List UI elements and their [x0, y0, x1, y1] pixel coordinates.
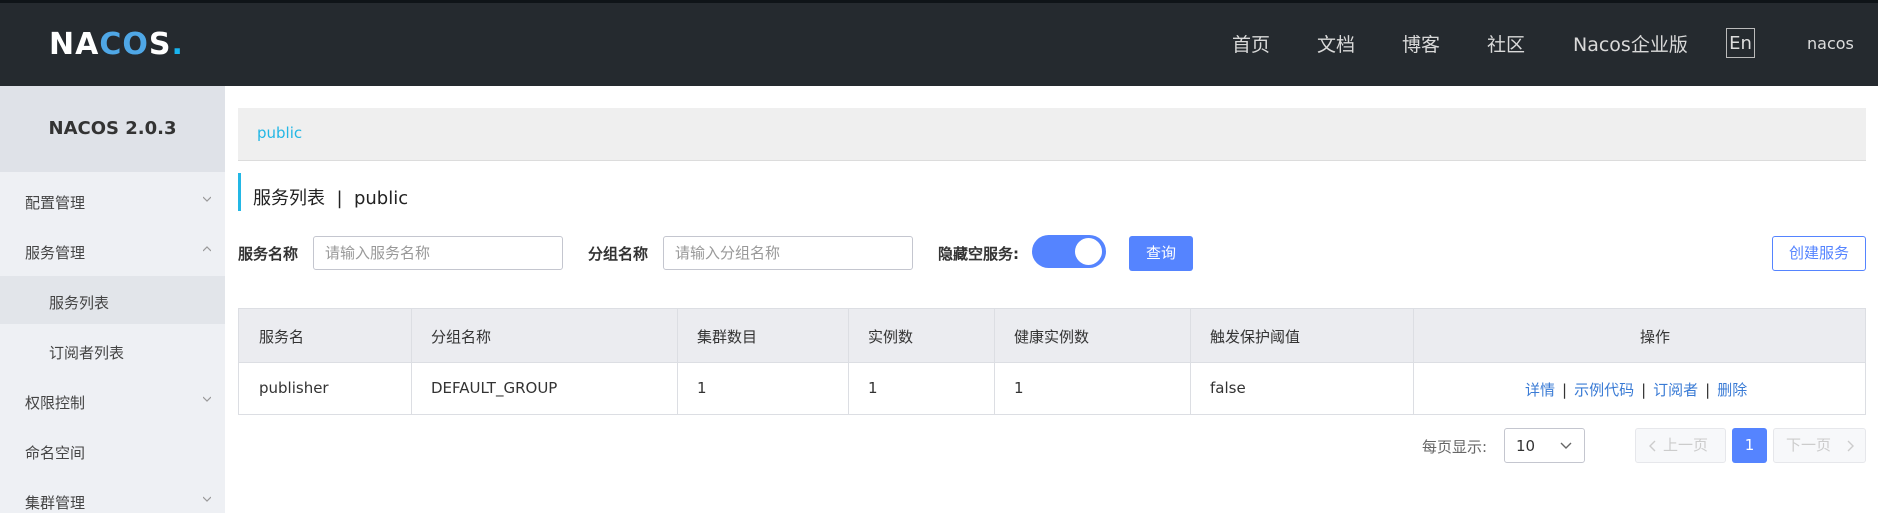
nav-enterprise[interactable]: Nacos企业版: [1573, 30, 1688, 57]
cell-instance-count: 1: [868, 379, 878, 397]
sidebar-item-config[interactable]: 配置管理: [0, 176, 225, 224]
prev-page-button[interactable]: 上一页: [1635, 428, 1726, 463]
sidebar-item-subscribers[interactable]: 订阅者列表: [0, 326, 225, 374]
hide-empty-label: 隐藏空服务:: [938, 245, 1019, 263]
chevron-down-icon: [203, 196, 211, 202]
column-divider: [411, 309, 412, 414]
group-name-label: 分组名称: [588, 245, 649, 263]
cell-operations: 详情 | 示例代码 | 订阅者 | 删除: [1525, 381, 1748, 399]
nacos-logo[interactable]: NACOS.: [49, 27, 184, 62]
cell-healthy-count: 1: [1014, 379, 1024, 397]
detail-link[interactable]: 详情: [1525, 381, 1555, 399]
sidebar: NACOS 2.0.3 配置管理 服务管理 服务列表 订阅者列表 权限控制 命名…: [0, 86, 225, 513]
service-name-input[interactable]: 请输入服务名称: [313, 236, 563, 270]
header-service-name: 服务名: [259, 328, 305, 346]
service-name-label: 服务名称: [238, 245, 299, 263]
services-table: 服务名 分组名称 集群数目 实例数 健康实例数 触发保护阈值 操作 publis…: [238, 308, 1866, 415]
page-title: 服务列表 | public: [253, 188, 409, 209]
header-protect-threshold: 触发保护阈值: [1210, 328, 1301, 346]
sidebar-version: NACOS 2.0.3: [0, 86, 225, 172]
sidebar-item-label: 服务管理: [25, 244, 86, 262]
sidebar-item-service[interactable]: 服务管理: [0, 226, 225, 274]
sidebar-item-label: 订阅者列表: [49, 344, 125, 362]
sidebar-item-label: 权限控制: [25, 394, 86, 412]
page-size-value: 10: [1516, 437, 1536, 455]
next-page-button[interactable]: 下一页: [1773, 428, 1866, 463]
column-divider: [994, 309, 995, 414]
column-divider: [1413, 309, 1414, 414]
column-divider: [1190, 309, 1191, 414]
create-service-button[interactable]: 创建服务: [1772, 236, 1866, 271]
chevron-left-icon: [1649, 440, 1656, 452]
header-group-name: 分组名称: [431, 328, 492, 346]
top-navbar: NACOS. 首页 文档 博客 社区 Nacos企业版 En nacos: [0, 0, 1878, 86]
sidebar-item-auth[interactable]: 权限控制: [0, 376, 225, 424]
namespace-breadcrumb: public: [238, 108, 1866, 161]
page-size-label: 每页显示:: [1422, 438, 1488, 456]
delete-link[interactable]: 删除: [1717, 381, 1747, 399]
next-page-label: 下一页: [1786, 436, 1832, 454]
header-healthy-count: 健康实例数: [1014, 328, 1090, 346]
sidebar-item-label: 配置管理: [25, 194, 86, 212]
title-accent-bar: [238, 173, 241, 211]
sidebar-item-namespace[interactable]: 命名空间: [0, 426, 225, 474]
namespace-link[interactable]: public: [257, 124, 302, 142]
nav-community[interactable]: 社区: [1487, 30, 1525, 57]
sidebar-item-cluster[interactable]: 集群管理: [0, 476, 225, 524]
sample-code-link[interactable]: 示例代码: [1574, 381, 1634, 399]
chevron-down-icon: [1560, 442, 1572, 449]
top-border: [0, 0, 1878, 3]
toggle-knob: [1075, 238, 1102, 265]
nav-docs[interactable]: 文档: [1317, 30, 1355, 57]
column-divider: [677, 309, 678, 414]
cell-group-name: DEFAULT_GROUP: [431, 379, 558, 397]
cell-protect-threshold: false: [1210, 379, 1246, 397]
user-name[interactable]: nacos: [1807, 34, 1854, 53]
chevron-down-icon: [203, 396, 211, 402]
subscribers-link[interactable]: 订阅者: [1653, 381, 1698, 399]
sidebar-item-label: 集群管理: [25, 494, 86, 512]
chevron-up-icon: [203, 246, 211, 252]
page-size-select[interactable]: 10: [1504, 428, 1585, 463]
search-button[interactable]: 查询: [1129, 236, 1193, 271]
header-operations: 操作: [1640, 328, 1671, 346]
chevron-right-icon: [1847, 440, 1854, 452]
sidebar-item-label: 命名空间: [25, 444, 86, 462]
hide-empty-toggle[interactable]: [1032, 235, 1106, 268]
language-switch-button[interactable]: En: [1726, 28, 1755, 58]
sidebar-item-service-list[interactable]: 服务列表: [0, 276, 225, 324]
sidebar-item-label: 服务列表: [49, 294, 110, 312]
chevron-down-icon: [203, 496, 211, 502]
cell-service-name: publisher: [259, 379, 329, 397]
cell-cluster-count: 1: [697, 379, 707, 397]
column-divider: [848, 309, 849, 414]
header-cluster-count: 集群数目: [697, 328, 758, 346]
nav-home[interactable]: 首页: [1232, 30, 1270, 57]
current-page-button[interactable]: 1: [1732, 428, 1767, 463]
nav-blog[interactable]: 博客: [1402, 30, 1440, 57]
group-name-input[interactable]: 请输入分组名称: [663, 236, 913, 270]
header-instance-count: 实例数: [868, 328, 914, 346]
prev-page-label: 上一页: [1663, 436, 1709, 454]
